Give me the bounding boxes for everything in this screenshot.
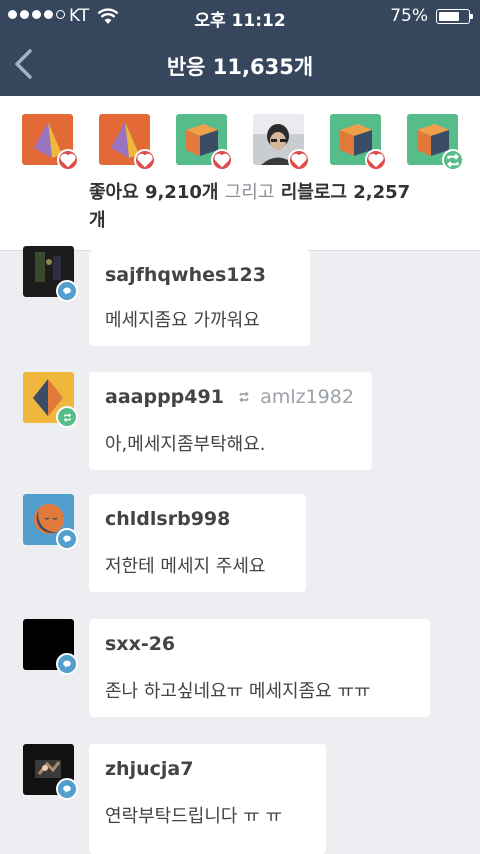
notes-count-summary: 좋아요 9,210개 그리고 리블로그 2,257 [89, 180, 459, 206]
reply-text: 존나 하고싶네요ㅠ 메세지좀요 ㅠㅠ [105, 681, 371, 702]
reblog-arrow-icon [238, 391, 249, 403]
reply-icon [56, 280, 78, 302]
status-bar: KT 오후 11:12 75% [0, 0, 480, 34]
username[interactable]: sajfhqwhes123 [105, 264, 266, 286]
likes-count[interactable]: 좋아요 9,210개 [89, 182, 218, 203]
heart-icon [211, 149, 233, 171]
battery-icon [436, 9, 473, 24]
notes-summary: 좋아요 9,210개 그리고 리블로그 2,257 개 [0, 96, 480, 251]
conjunction-text: 그리고 [224, 182, 275, 203]
nav-bar: 반응 11,635개 [0, 34, 480, 96]
reply-text: 저한테 메세지 주세요 [105, 556, 266, 577]
reblogger-username[interactable]: aaappp491 [105, 386, 224, 408]
username[interactable]: sxx-26 [105, 633, 175, 655]
avatar[interactable] [176, 114, 233, 171]
username: aaappp491 amlz1982 [105, 386, 354, 408]
avatar-row [22, 114, 464, 171]
avatar[interactable] [330, 114, 387, 171]
avatar[interactable] [253, 114, 310, 171]
avatar[interactable] [22, 114, 79, 171]
reply-text: 연락부탁드립니다 ㅠ ㅠ [105, 806, 283, 827]
reblog-icon [56, 406, 78, 428]
page-title: 반응 11,635개 [166, 55, 314, 79]
avatar[interactable] [407, 114, 464, 171]
reply-text: 메세지좀요 가까워요 [105, 310, 260, 331]
note-bubble: zhjucja7 연락부탁드립니다 ㅠ ㅠ [89, 744, 326, 854]
heart-icon [365, 149, 387, 171]
heart-icon [57, 149, 79, 171]
reply-icon [56, 653, 78, 675]
avatar[interactable] [99, 114, 156, 171]
heart-icon [288, 149, 310, 171]
note-bubble: sajfhqwhes123 메세지좀요 가까워요 [89, 250, 310, 346]
username[interactable]: zhjucja7 [105, 758, 193, 780]
reblog-icon [442, 149, 464, 171]
count-unit: 개 [89, 210, 106, 231]
battery-percent: 75% [390, 6, 428, 26]
note-bubble: chldlsrb998 저한테 메세지 주세요 [89, 494, 306, 592]
username[interactable]: chldlsrb998 [105, 508, 230, 530]
reply-icon [56, 528, 78, 550]
heart-icon [134, 149, 156, 171]
source-username[interactable]: amlz1982 [260, 386, 354, 408]
note-bubble: aaappp491 amlz1982 아,메세지좀부탁해요. [89, 372, 372, 470]
reblogs-count[interactable]: 리블로그 2,257 [281, 182, 410, 203]
reply-icon [56, 778, 78, 800]
note-bubble: sxx-26 존나 하고싶네요ㅠ 메세지좀요 ㅠㅠ [89, 619, 430, 717]
reblog-text: 아,메세지좀부탁해요. [105, 434, 266, 455]
